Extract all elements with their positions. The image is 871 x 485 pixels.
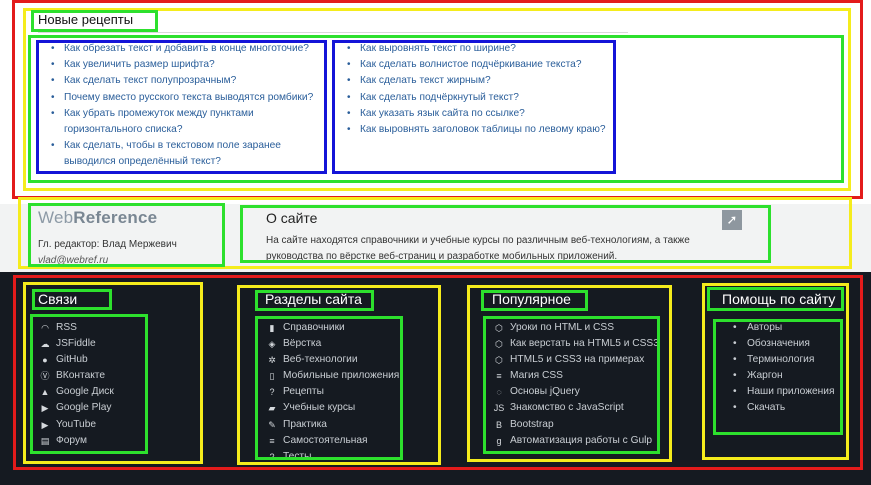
annotation-box <box>255 316 403 460</box>
annotation-box <box>36 40 327 174</box>
annotation-box <box>481 290 588 311</box>
annotation-box <box>707 287 844 311</box>
annotation-box <box>28 203 225 267</box>
annotation-box <box>240 205 771 263</box>
annotation-box <box>713 319 843 435</box>
annotation-box <box>30 314 148 454</box>
annotation-box <box>332 40 616 174</box>
annotation-box <box>255 290 374 311</box>
annotation-box <box>483 316 660 454</box>
annotation-box <box>31 10 158 32</box>
annotation-box <box>32 289 112 310</box>
